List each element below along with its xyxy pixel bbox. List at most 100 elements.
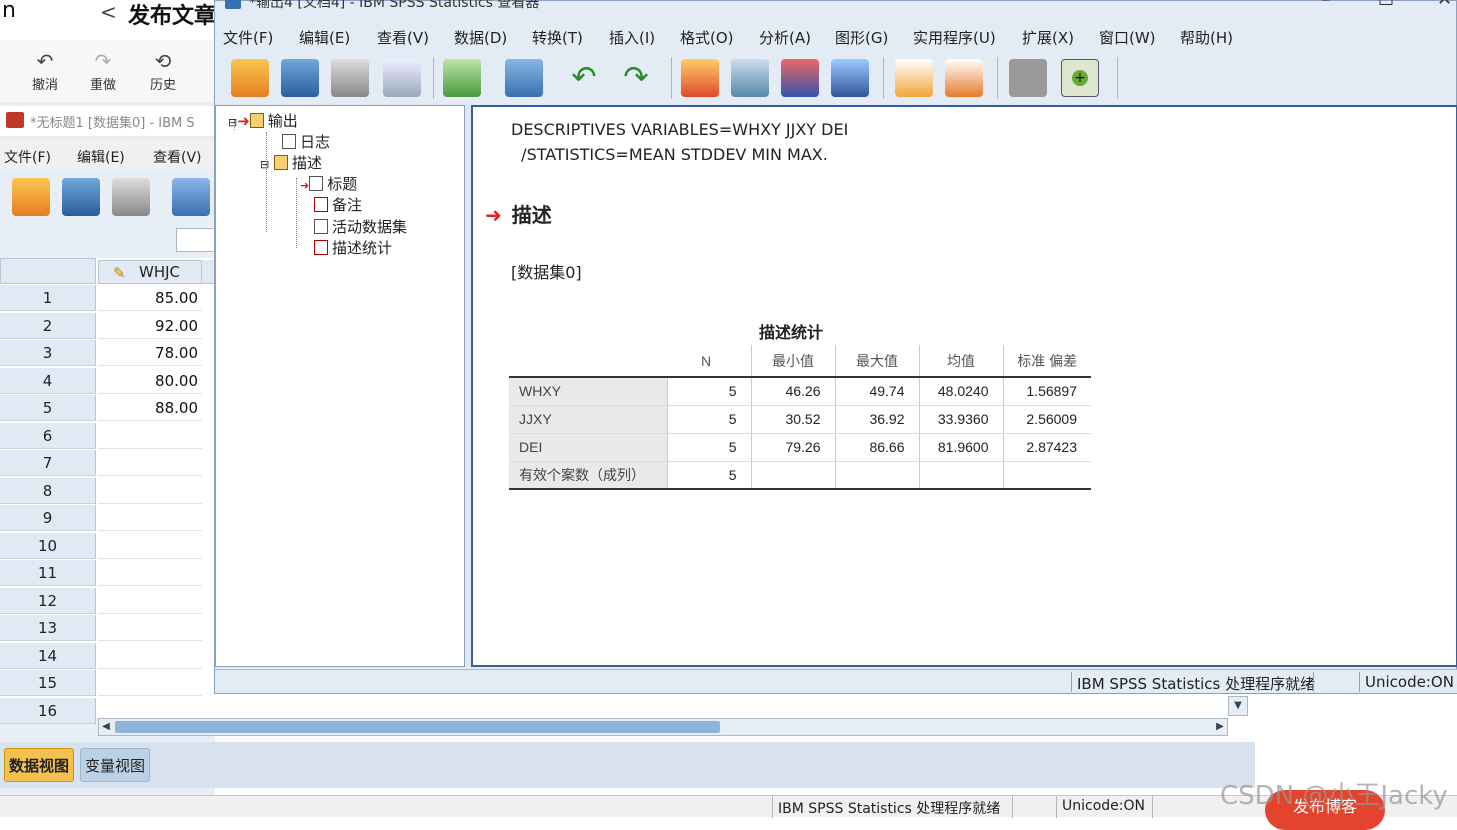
- row-label: DEI: [509, 433, 667, 462]
- menu-graphs[interactable]: 图形(G): [835, 27, 888, 48]
- redo-icon[interactable]: ↷: [619, 63, 653, 93]
- page-header: n < 发布文章: [0, 0, 220, 40]
- grid-cell[interactable]: 80.00: [98, 368, 202, 394]
- row-header[interactable]: 12: [0, 587, 96, 614]
- row-header[interactable]: 3: [0, 340, 96, 366]
- row-header[interactable]: 15: [0, 670, 96, 696]
- status-divider: [772, 796, 773, 818]
- insert-heading-icon[interactable]: [895, 59, 933, 97]
- grid-cell[interactable]: [98, 505, 202, 531]
- grid-cell[interactable]: 85.00: [98, 285, 202, 311]
- insert-title-icon[interactable]: [945, 59, 983, 97]
- hide-icon[interactable]: [1009, 59, 1047, 97]
- grid-cell[interactable]: [98, 450, 202, 476]
- tree-node-descriptive-statistics[interactable]: 描述统计: [314, 237, 392, 258]
- row-header[interactable]: 6: [0, 422, 96, 449]
- grid-cell[interactable]: [98, 533, 202, 559]
- grid-cell[interactable]: [98, 588, 202, 614]
- recall-dialog-icon[interactable]: [505, 59, 543, 97]
- descriptive-statistics-table[interactable]: N 最小值 最大值 均值 标准 偏差 WHXY 5 46.26 49.74 48.024…: [509, 345, 1091, 490]
- output-heading[interactable]: ➜ 描述: [485, 199, 552, 228]
- menu-file[interactable]: 文件(F): [4, 147, 51, 167]
- menu-insert[interactable]: 插入(I): [609, 27, 655, 48]
- menu-utilities[interactable]: 实用程序(U): [913, 27, 996, 48]
- menu-extensions[interactable]: 扩展(X): [1022, 27, 1074, 48]
- grid-cell[interactable]: 88.00: [98, 395, 202, 421]
- row-header[interactable]: 14: [0, 642, 96, 669]
- grid-cell[interactable]: [98, 423, 202, 449]
- menu-transform[interactable]: 转换(T): [532, 27, 583, 48]
- row-header[interactable]: 7: [0, 450, 96, 476]
- goto-variable-icon[interactable]: [781, 59, 819, 97]
- grid-cell[interactable]: 78.00: [98, 340, 202, 366]
- tab-data-view[interactable]: 数据视图: [4, 748, 75, 782]
- row-header[interactable]: 16: [0, 697, 96, 724]
- toolbar-separator: [883, 57, 884, 99]
- goto-data-icon[interactable]: [681, 59, 719, 97]
- data-editor-menubar: 文件(F) 编辑(E) 查看(V): [0, 140, 215, 170]
- menu-data[interactable]: 数据(D): [454, 27, 507, 48]
- variables-icon[interactable]: [831, 59, 869, 97]
- row-header[interactable]: 4: [0, 367, 96, 394]
- output-window-title: *输出4 [文档4] - IBM SPSS Statistics 查看器: [249, 0, 540, 11]
- grid-cell[interactable]: [98, 478, 202, 504]
- save-icon[interactable]: [62, 178, 100, 216]
- print-icon[interactable]: [112, 178, 150, 216]
- goto-case-icon[interactable]: [731, 59, 769, 97]
- history-button[interactable]: ⟲ 历史: [138, 48, 188, 93]
- print-preview-icon[interactable]: [383, 59, 421, 97]
- tree-node-descriptives[interactable]: ⊟ 描述: [260, 152, 322, 173]
- grid-cell[interactable]: 92.00: [98, 313, 202, 339]
- grid-cell[interactable]: [98, 560, 202, 586]
- back-icon[interactable]: <: [100, 0, 117, 24]
- menu-view[interactable]: 查看(V): [153, 147, 202, 167]
- undo-button[interactable]: ↶ 撤消: [20, 48, 70, 93]
- row-header[interactable]: 9: [0, 505, 96, 531]
- tree-node-title[interactable]: ➜ 标题: [300, 173, 357, 194]
- close-icon[interactable]: ✕: [1437, 0, 1452, 10]
- row-header[interactable]: 2: [0, 312, 96, 339]
- menu-format[interactable]: 格式(O): [680, 27, 734, 48]
- scroll-down-icon[interactable]: ▼: [1228, 696, 1248, 716]
- recall-dialog-icon[interactable]: [172, 178, 210, 216]
- row-header[interactable]: 5: [0, 395, 96, 421]
- tree-node-active-dataset[interactable]: 活动数据集: [314, 216, 407, 237]
- grid-cell[interactable]: [98, 615, 202, 641]
- table-cell: 79.26: [750, 433, 835, 462]
- scroll-right-icon[interactable]: ▶: [1213, 719, 1227, 735]
- minimize-icon[interactable]: –: [1321, 0, 1330, 10]
- tree-node-notes[interactable]: 备注: [314, 194, 362, 215]
- scrollbar-thumb[interactable]: [115, 721, 720, 733]
- grid-cell[interactable]: [98, 643, 202, 669]
- open-folder-icon[interactable]: [12, 178, 50, 216]
- print-icon[interactable]: [331, 59, 369, 97]
- horizontal-scrollbar[interactable]: ◀ ▶: [98, 718, 1228, 736]
- maximize-icon[interactable]: ☐: [1378, 0, 1394, 10]
- tab-variable-view[interactable]: 变量视图: [80, 748, 151, 782]
- menu-help[interactable]: 帮助(H): [1180, 27, 1233, 48]
- scroll-left-icon[interactable]: ◀: [99, 719, 113, 735]
- menu-edit[interactable]: 编辑(E): [299, 27, 350, 48]
- tree-node-output[interactable]: ⊟➜ 输出: [228, 110, 298, 131]
- tree-node-log[interactable]: 日志: [282, 131, 330, 152]
- row-header[interactable]: 1: [0, 285, 96, 311]
- open-folder-icon[interactable]: [231, 59, 269, 97]
- cell-value-input[interactable]: [176, 228, 216, 252]
- menu-analyze[interactable]: 分析(A): [759, 27, 811, 48]
- redo-button[interactable]: ↷ 重做: [78, 48, 128, 93]
- save-icon[interactable]: [281, 59, 319, 97]
- column-header-whjc[interactable]: ✎ WHJC: [98, 260, 202, 284]
- undo-icon[interactable]: ↶: [567, 63, 601, 93]
- row-header[interactable]: 13: [0, 615, 96, 641]
- menu-file[interactable]: 文件(F): [223, 27, 273, 48]
- row-header[interactable]: 10: [0, 532, 96, 559]
- menu-window[interactable]: 窗口(W): [1099, 27, 1156, 48]
- menu-edit[interactable]: 编辑(E): [77, 147, 125, 167]
- export-icon[interactable]: [443, 59, 481, 97]
- grid-cell[interactable]: [98, 670, 202, 696]
- menu-view[interactable]: 查看(V): [377, 27, 429, 48]
- row-header[interactable]: 8: [0, 477, 96, 504]
- active-dataset-icon: [314, 219, 328, 234]
- add-icon[interactable]: +: [1061, 59, 1099, 97]
- row-header[interactable]: 11: [0, 560, 96, 586]
